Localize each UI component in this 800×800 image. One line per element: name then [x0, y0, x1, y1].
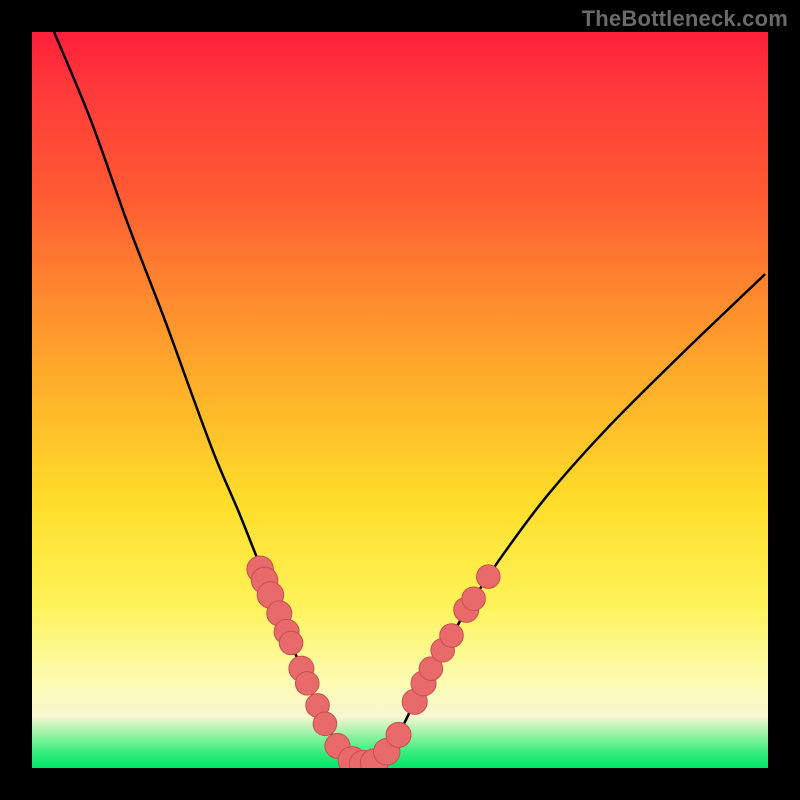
data-marker [462, 587, 486, 611]
plot-area [32, 32, 768, 768]
curve-layer [54, 32, 764, 765]
data-marker [477, 565, 501, 589]
marker-layer [247, 556, 500, 768]
data-marker [386, 722, 411, 747]
data-marker [440, 624, 464, 648]
bottleneck-curve [54, 32, 764, 765]
data-marker [295, 672, 319, 696]
data-marker [313, 712, 337, 736]
chart-svg [32, 32, 768, 768]
data-marker [279, 631, 303, 655]
chart-frame: TheBottleneck.com [0, 0, 800, 800]
watermark-text: TheBottleneck.com [582, 6, 788, 32]
